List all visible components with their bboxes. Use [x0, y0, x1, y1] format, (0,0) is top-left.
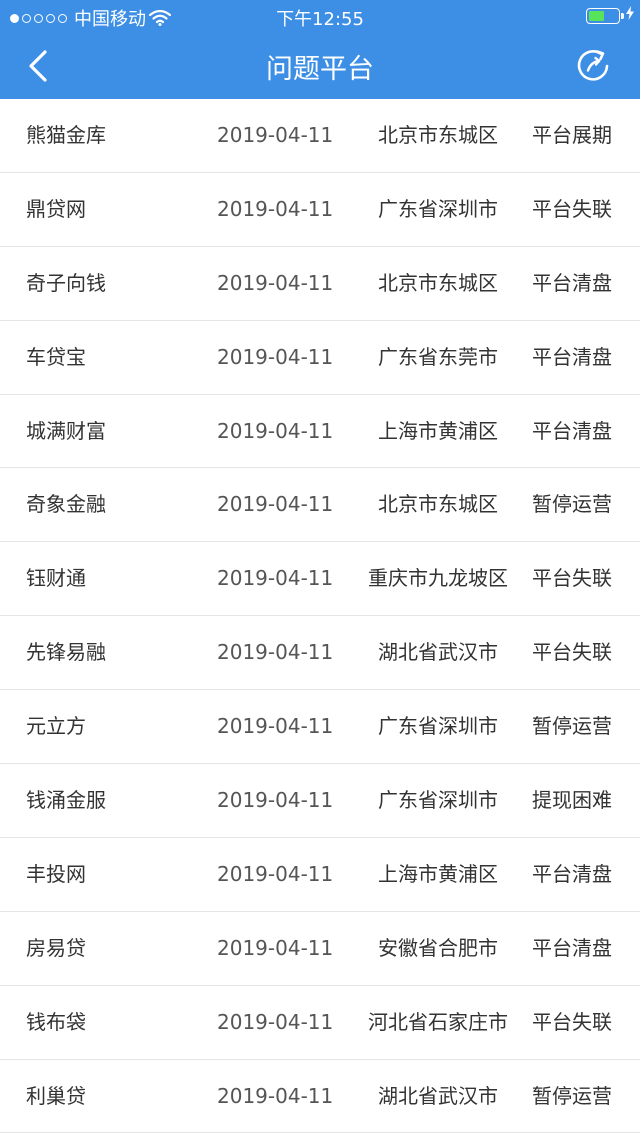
platform-location: 广东省深圳市: [378, 714, 498, 739]
platform-status: 平台失联: [532, 196, 612, 221]
refresh-button[interactable]: [574, 47, 612, 85]
platform-date: 2019-04-11: [217, 123, 334, 147]
platform-row[interactable]: 元立方 2019-04-11 广东省深圳市 暂停运营: [0, 690, 640, 765]
platform-name: 钱布袋: [26, 1009, 86, 1034]
battery-level-fill: [589, 11, 605, 21]
platform-row[interactable]: 奇象金融 2019-04-11 北京市东城区 暂停运营: [0, 468, 640, 543]
platform-name: 丰投网: [26, 861, 86, 886]
platform-name: 房易贷: [26, 935, 86, 960]
battery-icon: [586, 8, 624, 24]
platform-location: 安徽省合肥市: [378, 935, 498, 960]
platform-location: 湖北省武汉市: [378, 640, 498, 665]
platform-row[interactable]: 钰财通 2019-04-11 重庆市九龙坡区 平台失联: [0, 542, 640, 617]
platform-row[interactable]: 房易贷 2019-04-11 安徽省合肥市 平台清盘: [0, 912, 640, 986]
charging-bolt-icon: [626, 6, 634, 20]
platform-status: 平台清盘: [532, 270, 612, 295]
platform-location: 广东省深圳市: [378, 196, 498, 221]
platform-date: 2019-04-11: [217, 788, 334, 813]
platform-date: 2019-04-11: [217, 418, 334, 443]
platform-status: 平台清盘: [532, 344, 612, 369]
platform-row[interactable]: 钱布袋 2019-04-11 河北省石家庄市 平台失联: [0, 986, 640, 1060]
platform-row[interactable]: 车贷宝 2019-04-11 广东省东莞市 平台清盘: [0, 321, 640, 395]
platform-location: 北京市东城区: [378, 492, 498, 517]
problem-platform-list: 熊猫金库 2019-04-11 北京市东城区 平台展期鼎贷网 2019-04-11 广东省…: [0, 99, 640, 1134]
platform-name: 钰财通: [26, 566, 86, 591]
platform-name: 鼎贷网: [26, 196, 86, 221]
platform-row[interactable]: 利巢贷 2019-04-11 湖北省武汉市 暂停运营: [0, 1060, 640, 1134]
refresh-icon: [577, 50, 609, 81]
platform-location: 北京市东城区: [378, 123, 498, 147]
platform-row[interactable]: 鼎贷网 2019-04-11 广东省深圳市 平台失联: [0, 173, 640, 247]
platform-name: 钱涌金服: [26, 788, 106, 813]
platform-date: 2019-04-11: [217, 196, 334, 221]
platform-name: 车贷宝: [26, 344, 86, 369]
platform-name: 奇子向钱: [26, 270, 106, 295]
platform-location: 湖北省武汉市: [378, 1083, 498, 1108]
platform-location: 上海市黄浦区: [378, 861, 498, 886]
platform-status: 平台失联: [532, 640, 612, 665]
platform-row[interactable]: 城满财富 2019-04-11 上海市黄浦区 平台清盘: [0, 395, 640, 469]
platform-status: 平台清盘: [532, 418, 612, 443]
platform-status: 平台失联: [532, 1009, 612, 1034]
platform-name: 奇象金融: [26, 492, 106, 517]
status-bar: 中国移动 下午12:55: [0, 0, 640, 33]
platform-status: 平台清盘: [532, 861, 612, 886]
platform-name: 利巢贷: [26, 1083, 86, 1108]
platform-status: 暂停运营: [532, 714, 612, 739]
platform-date: 2019-04-11: [217, 714, 334, 739]
platform-location: 河北省石家庄市: [368, 1009, 508, 1034]
battery-cap: [621, 13, 624, 19]
platform-name: 熊猫金库: [26, 123, 106, 147]
platform-location: 广东省深圳市: [378, 788, 498, 813]
platform-row[interactable]: 丰投网 2019-04-11 上海市黄浦区 平台清盘: [0, 838, 640, 912]
page-title: 问题平台: [266, 54, 374, 85]
platform-date: 2019-04-11: [217, 1083, 334, 1108]
platform-status: 平台失联: [532, 566, 612, 591]
platform-date: 2019-04-11: [217, 492, 334, 517]
platform-location: 北京市东城区: [378, 270, 498, 295]
platform-location: 重庆市九龙坡区: [368, 566, 508, 591]
platform-location: 上海市黄浦区: [378, 418, 498, 443]
platform-row[interactable]: 先锋易融 2019-04-11 湖北省武汉市 平台失联: [0, 616, 640, 691]
platform-date: 2019-04-11: [217, 861, 334, 886]
platform-date: 2019-04-11: [217, 935, 334, 960]
platform-row[interactable]: 钱涌金服 2019-04-11 广东省深圳市 提现困难: [0, 764, 640, 838]
platform-date: 2019-04-11: [217, 344, 334, 369]
platform-name: 城满财富: [26, 418, 106, 443]
platform-date: 2019-04-11: [217, 1009, 334, 1034]
platform-row[interactable]: 奇子向钱 2019-04-11 北京市东城区 平台清盘: [0, 247, 640, 321]
navigation-bar: 问题平台: [0, 33, 640, 99]
platform-name: 先锋易融: [26, 640, 106, 665]
platform-status: 暂停运营: [532, 1083, 612, 1108]
platform-name: 元立方: [26, 714, 86, 739]
platform-row[interactable]: 熊猫金库 2019-04-11 北京市东城区 平台展期: [0, 99, 640, 173]
platform-date: 2019-04-11: [217, 270, 334, 295]
status-time: 下午12:55: [276, 9, 364, 30]
platform-date: 2019-04-11: [217, 640, 334, 665]
platform-location: 广东省东莞市: [378, 344, 498, 369]
platform-date: 2019-04-11: [217, 566, 334, 591]
platform-status: 暂停运营: [532, 492, 612, 517]
platform-status: 平台清盘: [532, 935, 612, 960]
platform-status: 提现困难: [532, 788, 612, 813]
platform-status: 平台展期: [532, 123, 612, 147]
